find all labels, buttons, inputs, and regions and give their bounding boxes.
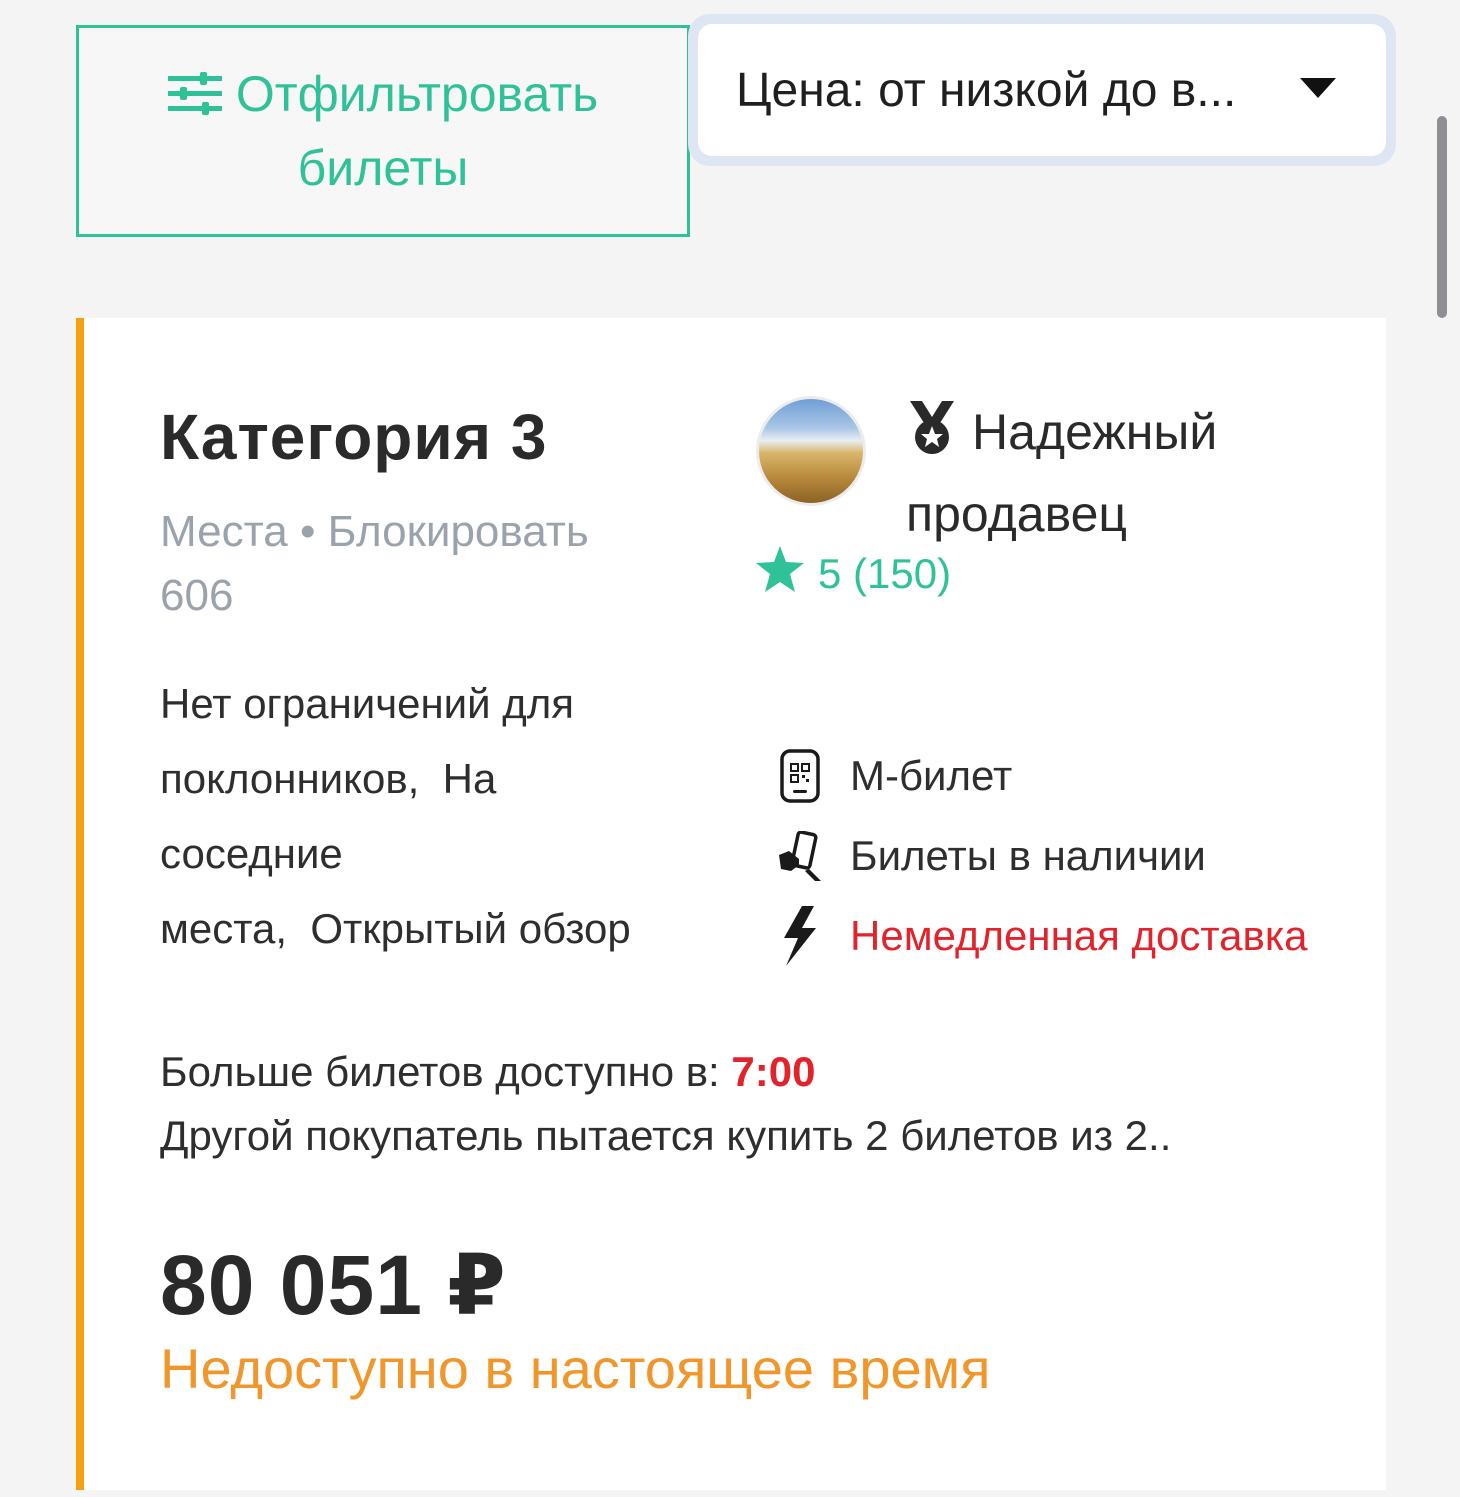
feature-mobile-ticket: М-билет: [772, 736, 1372, 816]
ticket-price: 80 051 ₽: [160, 1238, 507, 1332]
seller-rating-value: 5 (150): [818, 550, 952, 597]
seat-features-line3: соседние: [160, 830, 343, 877]
seller-avatar[interactable]: [756, 396, 866, 506]
seller-badge-line2: продавец: [906, 486, 1128, 542]
feature-instant-delivery-label: Немедленная доставка: [850, 912, 1308, 959]
seat-features-line4: места, Открытый обзор: [160, 905, 631, 952]
other-buyer-notice: Другой покупатель пытается купить 2 биле…: [160, 1112, 1172, 1159]
filter-button-row: Отфильтровать: [167, 57, 599, 131]
caret-down-icon: [1300, 77, 1336, 103]
lightning-icon: [772, 906, 828, 966]
more-tickets-row: Больше билетов доступно в: 7:00: [160, 1040, 1171, 1104]
hand-ticket-icon: [772, 831, 828, 881]
mobile-ticket-icon: [772, 749, 828, 803]
filter-tickets-button[interactable]: Отфильтровать билеты: [76, 25, 690, 237]
seller-badge-line1: Надежный: [972, 404, 1218, 460]
seat-features-line1: Нет ограничений для: [160, 680, 575, 727]
ticket-feature-list: М-билет Билеты в наличии Немедленная дос…: [772, 736, 1372, 976]
trusted-seller-badge: Надежный продавец: [906, 394, 1306, 552]
ticket-card[interactable]: Категория 3 Места • Блокировать 606 Наде…: [76, 318, 1386, 1490]
page: Отфильтровать билеты Цена: от низкой до …: [0, 0, 1460, 1497]
seats-info-line1: Места • Блокировать: [160, 507, 589, 556]
feature-instant-delivery: Немедленная доставка: [772, 896, 1372, 976]
seller-rating[interactable]: 5 (150): [756, 546, 951, 602]
sort-select-value: Цена: от низкой до в...: [736, 63, 1237, 117]
feature-tickets-in-stock-label: Билеты в наличии: [850, 832, 1206, 879]
medal-icon: [906, 400, 958, 476]
seats-info-line2: 606: [160, 571, 234, 620]
sliders-icon: [167, 72, 222, 116]
availability-status: Недоступно в настоящее время: [160, 1337, 991, 1400]
category-title: Категория 3: [160, 401, 548, 473]
seat-features-line2: поклонников, На: [160, 755, 497, 802]
filter-button-label-line2: билеты: [297, 140, 469, 196]
feature-tickets-in-stock: Билеты в наличии: [772, 816, 1372, 896]
more-tickets-time: 7:00: [731, 1048, 816, 1095]
feature-mobile-ticket-label: М-билет: [850, 752, 1013, 799]
star-icon: [756, 546, 804, 602]
sort-select[interactable]: Цена: от низкой до в...: [688, 14, 1396, 166]
seller-badge-line1-row: Надежный: [906, 394, 1306, 476]
scrollbar[interactable]: [1437, 116, 1447, 318]
filter-button-label-line1: Отфильтровать: [235, 66, 599, 122]
seat-features-text: Нет ограничений для поклонников, На сосе…: [160, 666, 700, 966]
more-tickets-label: Больше билетов доступно в:: [160, 1048, 732, 1095]
sort-select-field[interactable]: Цена: от низкой до в...: [698, 24, 1386, 156]
seats-info: Места • Блокировать 606: [160, 500, 660, 628]
availability-info: Больше билетов доступно в: 7:00 Другой п…: [160, 1040, 1171, 1168]
